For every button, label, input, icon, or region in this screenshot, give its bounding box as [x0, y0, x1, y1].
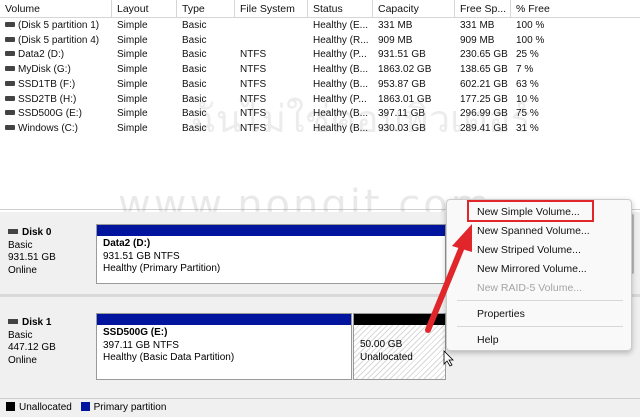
mouse-cursor-icon [443, 350, 454, 367]
annotation-arrow [425, 224, 472, 367]
